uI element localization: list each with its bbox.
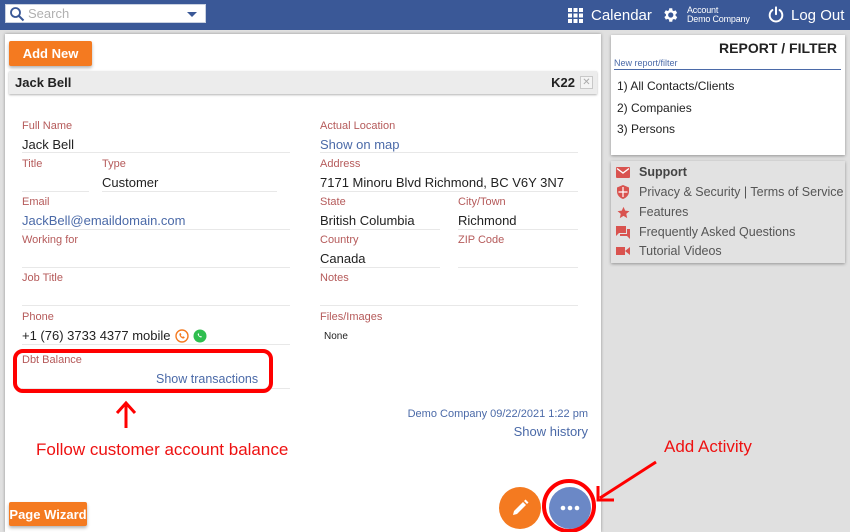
tutorial-videos-label: Tutorial Videos: [639, 244, 722, 258]
full-name-value: Jack Bell: [22, 137, 75, 152]
page-wizard-button[interactable]: Page Wizard: [9, 502, 87, 526]
divider: [320, 152, 578, 153]
job-title-label: Job Title: [22, 272, 63, 284]
video-icon: [616, 244, 630, 258]
divider: [22, 305, 290, 306]
files-label: Files/Images: [320, 311, 383, 323]
report-filter-panel: REPORT / FILTER New report/filter 1) All…: [611, 35, 845, 155]
call-icon[interactable]: [175, 329, 189, 343]
annotation-diagonal-arrow: [596, 460, 657, 502]
address-value: 7171 Minoru Blvd Richmond, BC V6Y 3N7: [320, 175, 564, 190]
email-label: Email: [22, 196, 50, 208]
top-bar: Calendar Account Demo Company Log Out: [0, 0, 850, 30]
logout-label: Log Out: [791, 6, 845, 24]
record-header: Jack Bell K22 ✕: [9, 71, 597, 94]
add-new-button[interactable]: Add New: [9, 41, 92, 66]
apps-grid-icon: [568, 7, 583, 23]
country-label: Country: [320, 234, 359, 246]
annotation-up-arrow: [115, 400, 137, 428]
report-item[interactable]: 2) Companies: [617, 101, 692, 115]
city-value: Richmond: [458, 213, 517, 228]
annotation-highlight-circle: [542, 479, 596, 532]
annotation-balance-note: Follow customer account balance: [36, 440, 289, 459]
account-company: Demo Company: [687, 14, 750, 24]
actual-location-label: Actual Location: [320, 120, 396, 132]
features-link[interactable]: Features: [616, 204, 688, 220]
gear-icon: [664, 8, 678, 22]
support-link[interactable]: Support: [616, 164, 687, 180]
logout-button[interactable]: Log Out: [767, 0, 844, 30]
edit-button[interactable]: [499, 487, 541, 529]
account-button[interactable]: Account Demo Company: [661, 0, 750, 30]
new-report-filter-link[interactable]: New report/filter: [614, 58, 841, 70]
divider: [102, 191, 277, 192]
annotation-highlight-box: [13, 349, 273, 393]
last-modified-info: Demo Company 09/22/2021 1:22 pm: [407, 408, 588, 420]
divider: [320, 229, 440, 230]
star-icon: [616, 205, 630, 219]
calendar-button[interactable]: Calendar: [568, 0, 652, 30]
faq-label: Frequently Asked Questions: [639, 225, 796, 239]
search-input[interactable]: [28, 6, 178, 21]
privacy-label: Privacy & Security | Terms of Service: [639, 185, 844, 199]
support-label: Support: [639, 165, 687, 179]
faq-link[interactable]: Frequently Asked Questions: [616, 224, 795, 240]
divider: [22, 191, 89, 192]
address-label: Address: [320, 158, 361, 170]
support-panel: Support Privacy & Security | Terms of Se…: [611, 161, 845, 263]
pencil-icon: [513, 499, 529, 515]
tutorial-videos-link[interactable]: Tutorial Videos: [616, 243, 722, 259]
privacy-link[interactable]: Privacy & Security | Terms of Service: [616, 184, 843, 200]
record-name: Jack Bell: [15, 75, 72, 90]
report-filter-title: REPORT / FILTER: [719, 40, 837, 56]
close-icon[interactable]: ✕: [580, 76, 593, 89]
dropdown-arrow-icon[interactable]: [187, 12, 197, 17]
shield-icon: [616, 185, 630, 199]
full-name-label: Full Name: [22, 120, 73, 132]
files-value: None: [324, 331, 348, 342]
divider: [22, 229, 290, 230]
mail-icon: [616, 165, 630, 179]
calendar-label: Calendar: [591, 6, 652, 24]
phone-label: Phone: [22, 311, 54, 323]
divider: [320, 305, 578, 306]
power-icon: [768, 6, 784, 23]
show-on-map-link[interactable]: Show on map: [320, 137, 400, 152]
search-icon: [10, 7, 25, 22]
whatsapp-icon[interactable]: [193, 329, 207, 343]
working-for-label: Working for: [22, 234, 79, 246]
report-item[interactable]: 1) All Contacts/Clients: [617, 79, 734, 93]
divider: [22, 267, 290, 268]
features-label: Features: [639, 205, 689, 219]
type-label: Type: [102, 158, 126, 170]
divider: [22, 344, 290, 345]
country-value: Canada: [320, 251, 366, 266]
report-item[interactable]: 3) Persons: [617, 122, 675, 136]
search-box[interactable]: [5, 4, 206, 23]
notes-label: Notes: [320, 272, 349, 284]
email-link[interactable]: JackBell@emaildomain.com: [22, 213, 185, 228]
state-label: State: [320, 196, 346, 208]
divider: [458, 229, 578, 230]
state-value: British Columbia: [320, 213, 415, 228]
zip-label: ZIP Code: [458, 234, 505, 246]
city-label: City/Town: [458, 196, 506, 208]
forum-icon: [616, 225, 630, 239]
show-history-link[interactable]: Show history: [514, 424, 588, 439]
divider: [458, 267, 578, 268]
divider: [320, 267, 440, 268]
record-code: K22: [551, 75, 575, 90]
type-value: Customer: [102, 175, 159, 190]
annotation-activity-note: Add Activity: [664, 437, 752, 456]
divider: [22, 152, 290, 153]
phone-value: +1 (76) 3733 4377 mobile: [22, 328, 171, 343]
divider: [320, 191, 578, 192]
title-label: Title: [22, 158, 43, 170]
